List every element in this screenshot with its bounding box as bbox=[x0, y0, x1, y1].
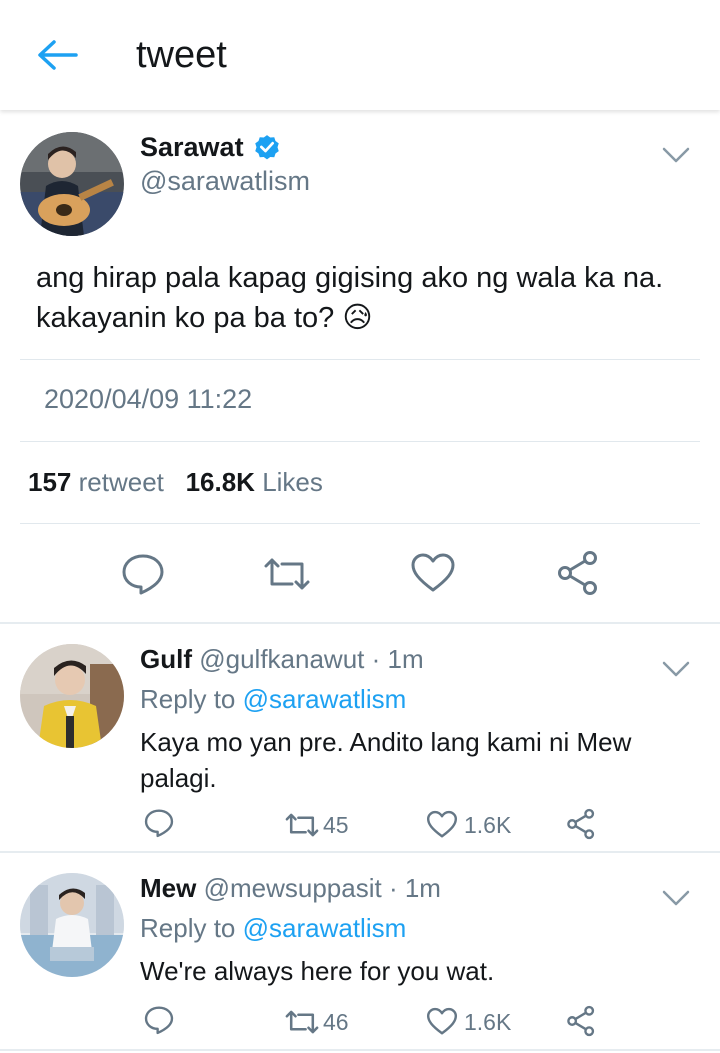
reply-header: Mew @mewsuppasit · 1m bbox=[140, 873, 441, 904]
avatar[interactable] bbox=[20, 873, 124, 977]
chevron-down-icon[interactable] bbox=[662, 889, 690, 907]
retweet-icon[interactable] bbox=[284, 1009, 320, 1035]
share-icon[interactable] bbox=[556, 550, 600, 596]
likes-count: 16.8K bbox=[185, 467, 255, 497]
section-divider bbox=[0, 1049, 720, 1051]
author-name-row: Sarawat bbox=[140, 132, 282, 166]
reply-time: · 1m bbox=[364, 644, 424, 674]
avatar[interactable] bbox=[20, 132, 124, 236]
retweet-count: 157 bbox=[28, 467, 72, 497]
retweet-icon[interactable] bbox=[262, 556, 312, 592]
reply-icon[interactable] bbox=[143, 1005, 175, 1035]
heart-icon[interactable] bbox=[410, 552, 456, 594]
arrow-left-icon bbox=[38, 40, 78, 70]
reply-to-line: Reply to @sarawatlism bbox=[140, 913, 406, 944]
top-bar: tweet bbox=[0, 0, 720, 110]
reply-likes-count: 1.6K bbox=[464, 1009, 512, 1035]
back-button[interactable] bbox=[36, 38, 78, 72]
reply-time: · 1m bbox=[381, 873, 441, 903]
share-icon[interactable] bbox=[566, 1005, 596, 1037]
reply-text: We're always here for you wat. bbox=[140, 956, 495, 986]
author-name[interactable]: Sarawat bbox=[140, 132, 244, 162]
section-divider bbox=[0, 851, 720, 853]
reply-icon[interactable] bbox=[120, 552, 166, 596]
engagement-counts: 157 retweet 16.8K Likes bbox=[28, 467, 323, 498]
share-icon[interactable] bbox=[566, 808, 596, 840]
author-handle[interactable]: @sarawatlism bbox=[140, 166, 310, 197]
reply-retweet-count: 46 bbox=[323, 1009, 349, 1035]
main-tweet: Sarawat @sarawatlism ang hirap pala kapa… bbox=[0, 112, 720, 622]
reply-to-prefix: Reply to bbox=[140, 913, 236, 943]
retweet-icon[interactable] bbox=[284, 812, 320, 838]
sad-emoji-icon: 😥 bbox=[342, 302, 373, 334]
divider bbox=[20, 359, 700, 360]
reply-author-handle[interactable]: @mewsuppasit bbox=[204, 873, 382, 903]
reply-retweet-count: 45 bbox=[323, 812, 349, 838]
avatar[interactable] bbox=[20, 644, 124, 748]
chevron-down-icon[interactable] bbox=[662, 146, 690, 164]
likes-stat[interactable]: 16.8K Likes bbox=[186, 467, 323, 497]
page-title: tweet bbox=[136, 34, 227, 76]
reply-to-prefix: Reply to bbox=[140, 684, 236, 714]
reply-to-mention[interactable]: @sarawatlism bbox=[243, 684, 407, 714]
section-divider bbox=[0, 622, 720, 624]
reply-to-mention[interactable]: @sarawatlism bbox=[243, 913, 407, 943]
divider bbox=[20, 523, 700, 524]
verified-icon bbox=[255, 135, 279, 160]
reply-author-name[interactable]: Mew bbox=[140, 873, 196, 903]
reply-tweet[interactable]: Mew @mewsuppasit · 1m Reply to @sarawatl… bbox=[0, 873, 720, 1051]
chevron-down-icon[interactable] bbox=[662, 660, 690, 678]
reply-author-name[interactable]: Gulf bbox=[140, 644, 192, 674]
reply-icon[interactable] bbox=[143, 808, 175, 838]
reply-author-handle[interactable]: @gulfkanawut bbox=[199, 644, 364, 674]
reply-tweet[interactable]: Gulf @gulfkanawut · 1m Reply to @sarawat… bbox=[0, 644, 720, 850]
likes-label: Likes bbox=[262, 467, 323, 497]
retweet-stat[interactable]: 157 retweet bbox=[28, 467, 164, 497]
heart-icon[interactable] bbox=[426, 810, 458, 839]
divider bbox=[20, 441, 700, 442]
timestamp: 2020/04/09 11:22 bbox=[44, 384, 253, 414]
retweet-label: retweet bbox=[78, 467, 164, 497]
reply-text: Kaya mo yan pre. Andito lang kami ni Mew… bbox=[140, 727, 632, 793]
reply-header: Gulf @gulfkanawut · 1m bbox=[140, 644, 424, 675]
heart-icon[interactable] bbox=[426, 1007, 458, 1036]
reply-to-line: Reply to @sarawatlism bbox=[140, 684, 406, 715]
tweet-text: ang hirap pala kapag gigising ako ng wal… bbox=[36, 258, 696, 338]
reply-likes-count: 1.6K bbox=[464, 812, 512, 838]
